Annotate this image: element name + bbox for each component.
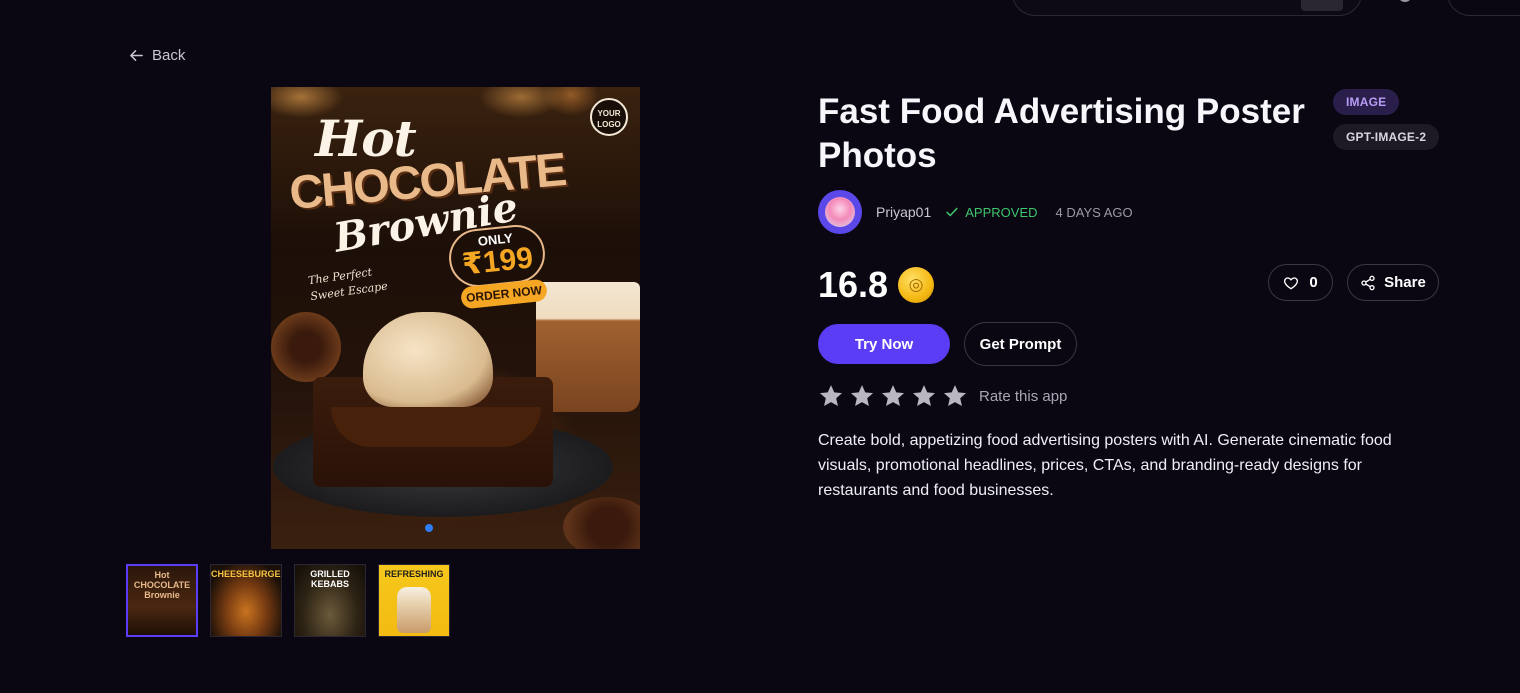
page: Back YOUR LOGO Hot CHOCOLATE Brownie The… xyxy=(0,0,1520,693)
type-tag: IMAGE xyxy=(1333,89,1400,115)
star-icon-2[interactable] xyxy=(849,383,875,409)
try-now-button[interactable]: Try Now xyxy=(818,324,950,364)
main-preview-image[interactable]: YOUR LOGO Hot CHOCOLATE Brownie The Perf… xyxy=(271,87,640,549)
price-row: 16.8 ◎ xyxy=(818,264,935,306)
star-icon-1[interactable] xyxy=(818,383,844,409)
like-count: 0 xyxy=(1309,274,1318,291)
author-row: Priyap01 APPROVED 4 DAYS AGO xyxy=(818,190,1133,234)
page-title: Fast Food Advertising Poster Photos xyxy=(818,92,1305,175)
avatar[interactable] xyxy=(818,190,862,234)
thumbnail-strip: Hot CHOCOLATE Brownie CHEESEBURGER GRILL… xyxy=(126,564,450,637)
shortcut-key-hint xyxy=(1301,0,1343,11)
share-label: Share xyxy=(1384,274,1426,291)
like-button[interactable]: 0 xyxy=(1268,264,1333,301)
chocolate-bowl-graphic-2 xyxy=(563,497,640,549)
back-label: Back xyxy=(152,47,186,64)
thumbnail-label: REFRESHING xyxy=(384,569,444,579)
rate-label: Rate this app xyxy=(979,387,1068,405)
top-nav-icon[interactable] xyxy=(1398,0,1412,2)
top-nav-pill[interactable] xyxy=(1447,0,1520,16)
milkshake-cup-graphic xyxy=(397,587,431,633)
carousel-indicator-dot[interactable] xyxy=(425,524,433,532)
ice-cream-scoop-graphic xyxy=(363,312,493,407)
arrow-left-icon xyxy=(130,50,143,61)
heart-icon xyxy=(1284,276,1299,289)
top-search-bar[interactable] xyxy=(1012,0,1362,16)
poster-price: ₹199 xyxy=(460,241,535,282)
star-icon-5[interactable] xyxy=(942,383,968,409)
get-prompt-button[interactable]: Get Prompt xyxy=(964,322,1077,366)
approved-status: APPROVED xyxy=(945,204,1038,220)
star-icon-3[interactable] xyxy=(880,383,906,409)
author-name[interactable]: Priyap01 xyxy=(876,204,931,220)
star-icon-4[interactable] xyxy=(911,383,937,409)
rating-widget: Rate this app xyxy=(818,383,1067,409)
approved-label: APPROVED xyxy=(965,204,1038,220)
timestamp: 4 DAYS AGO xyxy=(1055,204,1133,220)
description: Create bold, appetizing food advertising… xyxy=(818,432,1392,499)
share-button[interactable]: Share xyxy=(1347,264,1439,301)
thumbnail-2[interactable]: CHEESEBURGER xyxy=(210,564,282,637)
coin-icon: ◎ xyxy=(898,267,935,303)
thumbnail-4[interactable]: REFRESHING xyxy=(378,564,450,637)
avatar-image xyxy=(825,197,855,227)
thumbnail-1[interactable]: Hot CHOCOLATE Brownie xyxy=(126,564,198,637)
model-tag: GPT-IMAGE-2 xyxy=(1333,124,1440,150)
thumbnail-label: CHEESEBURGER xyxy=(211,569,282,579)
share-icon xyxy=(1361,275,1375,290)
back-link[interactable]: Back xyxy=(129,47,185,64)
chocolate-bowl-graphic xyxy=(271,312,341,382)
your-logo-badge: YOUR LOGO xyxy=(590,98,628,136)
thumbnail-3[interactable]: GRILLED KEBABS xyxy=(294,564,366,637)
price-value: 16.8 xyxy=(818,264,889,305)
thumbnail-label: GRILLED KEBABS xyxy=(310,569,350,589)
poster-tagline: The Perfect Sweet Escape xyxy=(307,265,389,304)
thumbnail-label: Hot CHOCOLATE Brownie xyxy=(133,570,191,600)
check-icon xyxy=(946,207,958,217)
chocolate-drip-graphic xyxy=(331,407,541,447)
